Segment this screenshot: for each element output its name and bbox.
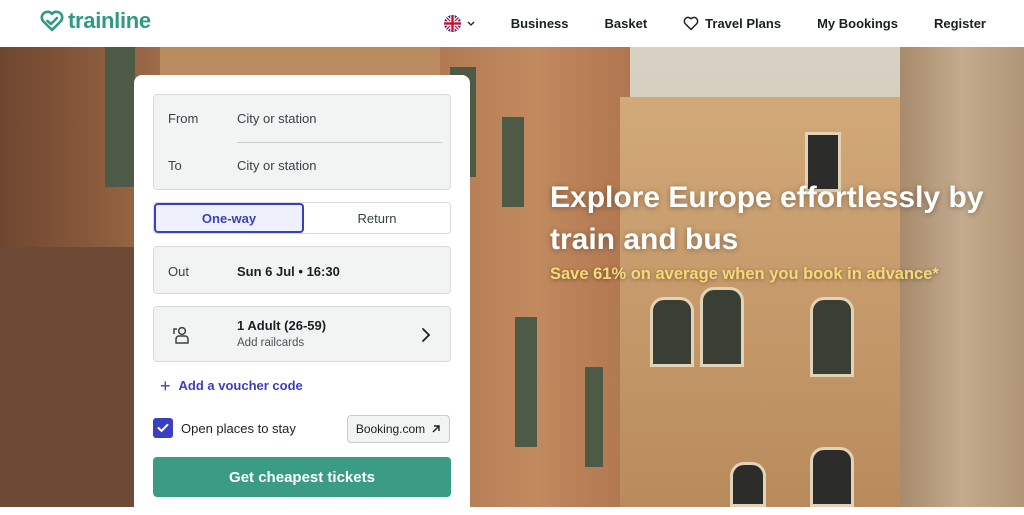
get-cheapest-tickets-button[interactable]: Get cheapest tickets <box>153 457 451 497</box>
add-voucher-link[interactable]: + Add a voucher code <box>160 375 303 396</box>
stay-checkbox[interactable] <box>153 418 173 438</box>
chevron-down-icon <box>467 21 475 26</box>
hero-wall <box>0 247 140 507</box>
add-railcards: Add railcards <box>237 337 305 349</box>
nav-my-bookings[interactable]: My Bookings <box>799 16 916 31</box>
trip-type-toggle: One-way Return <box>153 202 451 234</box>
hero-window <box>650 297 694 367</box>
open-places-to-stay[interactable]: Open places to stay <box>153 418 296 438</box>
to-input[interactable]: City or station <box>237 158 316 173</box>
voucher-label: Add a voucher code <box>178 378 303 393</box>
to-field[interactable]: To City or station <box>154 142 450 189</box>
passengers-icon <box>173 326 189 344</box>
hero-shutter <box>515 317 537 447</box>
stay-label: Open places to stay <box>181 420 296 436</box>
chevron-right-icon <box>422 328 431 342</box>
outbound-date-field[interactable]: Out Sun 6 Jul • 16:30 <box>153 246 451 294</box>
booking-label: Booking.com <box>355 422 426 436</box>
external-arrow-icon <box>432 425 440 433</box>
hero-window <box>700 287 744 367</box>
out-value: Sun 6 Jul • 16:30 <box>237 264 340 279</box>
nav-travel-plans-label: Travel Plans <box>705 16 782 31</box>
hero-subtitle: Save 61% on average when you book in adv… <box>550 265 939 283</box>
hero-window <box>810 447 854 507</box>
hero-shutter <box>502 117 524 207</box>
hero-shutter <box>105 47 135 187</box>
heart-icon <box>683 16 699 31</box>
nav-basket[interactable]: Basket <box>587 16 666 31</box>
checkmark-icon <box>157 423 169 433</box>
heart-check-icon <box>40 10 64 32</box>
top-header: trainline Business Basket Travel Plans M… <box>0 0 1024 47</box>
hero-building-center <box>620 97 920 507</box>
main-nav: Business Basket Travel Plans My Bookings… <box>426 0 1004 47</box>
uk-flag-icon <box>443 15 461 32</box>
out-label: Out <box>168 264 189 279</box>
hero-window <box>730 462 766 507</box>
station-fields: From City or station To City or station <box>153 94 451 190</box>
nav-register[interactable]: Register <box>916 16 1004 31</box>
return-option[interactable]: Return <box>304 203 450 233</box>
plus-icon: + <box>160 375 171 396</box>
logo-text: trainline <box>68 8 151 33</box>
hero-title: Explore Europe effortlessly by train and… <box>550 181 984 256</box>
hero-text: Explore Europe effortlessly by train and… <box>550 177 1010 284</box>
from-input[interactable]: City or station <box>237 111 316 126</box>
hero-window <box>810 297 854 377</box>
search-card: From City or station To City or station … <box>134 75 470 515</box>
booking-com-link[interactable]: Booking.com <box>347 415 450 443</box>
language-selector[interactable] <box>426 15 493 32</box>
passengers-summary: 1 Adult (26-59) <box>237 318 327 333</box>
nav-travel-plans[interactable]: Travel Plans <box>665 16 799 31</box>
from-label: From <box>168 111 199 126</box>
one-way-option[interactable]: One-way <box>154 203 304 233</box>
from-field[interactable]: From City or station <box>154 95 450 142</box>
to-label: To <box>168 158 182 173</box>
trainline-logo[interactable]: trainline <box>40 8 151 34</box>
passengers-field[interactable]: 1 Adult (26-59) Add railcards <box>153 306 451 362</box>
nav-business[interactable]: Business <box>493 16 587 31</box>
hero-shutter <box>585 367 603 467</box>
